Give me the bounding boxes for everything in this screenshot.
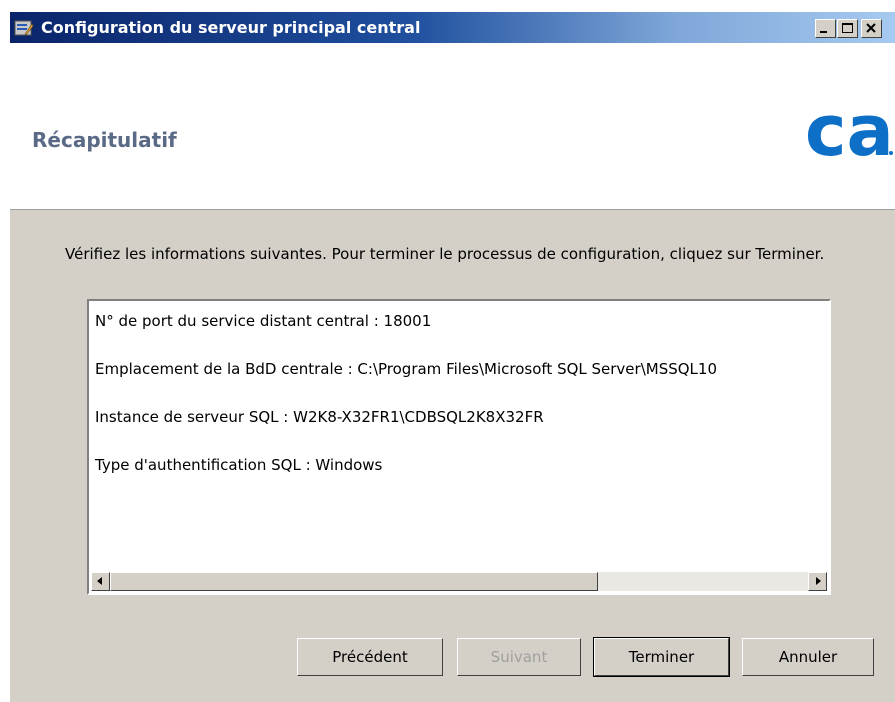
app-icon: [14, 20, 34, 36]
config-dialog: Configuration du serveur principal centr…: [9, 12, 895, 702]
arrow-right-icon: [816, 577, 821, 585]
next-button[interactable]: Suivant: [457, 638, 581, 676]
title-bar[interactable]: Configuration du serveur principal centr…: [10, 12, 895, 43]
close-icon: [866, 23, 876, 33]
summary-item-sql-instance: Instance de serveur SQL : W2K8-X32FR1\CD…: [95, 408, 544, 426]
arrow-left-icon: [97, 577, 102, 585]
summary-item-db-location: Emplacement de la BdD centrale : C:\Prog…: [95, 360, 717, 378]
logo-text: ca: [805, 95, 894, 172]
wizard-header: Récapitulatif ca: [10, 43, 895, 210]
cancel-button[interactable]: Annuler: [742, 638, 874, 676]
summary-item-port: N° de port du service distant central : …: [95, 312, 432, 330]
scroll-left-button[interactable]: [91, 572, 110, 591]
horizontal-scrollbar[interactable]: [91, 572, 827, 591]
close-button[interactable]: [861, 19, 882, 38]
instructions-text: Vérifiez les informations suivantes. Pou…: [65, 245, 825, 263]
summary-item-auth-type: Type d'authentification SQL : Windows: [95, 456, 383, 474]
minimize-button[interactable]: [815, 19, 836, 38]
finish-button[interactable]: Terminer: [593, 637, 730, 677]
window-title: Configuration du serveur principal centr…: [41, 18, 421, 37]
page-title: Récapitulatif: [32, 128, 177, 152]
previous-button[interactable]: Précédent: [297, 638, 443, 676]
scroll-right-button[interactable]: [808, 572, 827, 591]
scroll-thumb[interactable]: [110, 572, 598, 591]
minimize-icon: [820, 31, 827, 33]
ca-logo: ca: [805, 95, 894, 172]
maximize-icon: [842, 23, 853, 33]
maximize-button[interactable]: [837, 19, 858, 38]
summary-listbox[interactable]: N° de port du service distant central : …: [87, 299, 831, 595]
